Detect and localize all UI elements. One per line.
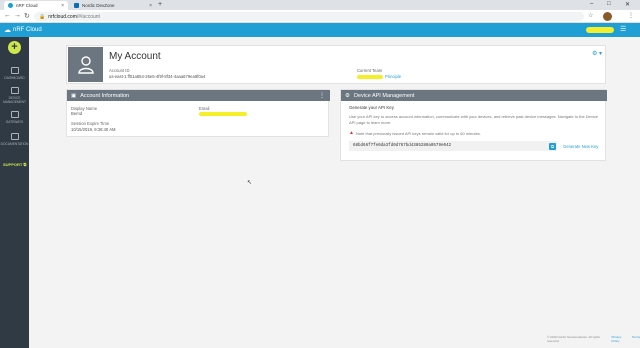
- sidebar-item-gateways[interactable]: GATEWAYS: [0, 111, 29, 124]
- documentation-icon: [10, 133, 19, 140]
- profile-avatar[interactable]: [603, 12, 612, 21]
- panel-title: Account Information: [80, 92, 130, 99]
- star-icon[interactable]: ☆: [588, 12, 593, 19]
- panel-title: Device API Management: [353, 92, 415, 99]
- team-name-redacted: [357, 74, 383, 79]
- privacy-policy-link[interactable]: Privacy Policy: [612, 335, 629, 343]
- gateway-icon: [10, 111, 19, 118]
- email-label: Email: [199, 106, 210, 111]
- close-tab-icon[interactable]: ×: [61, 3, 64, 9]
- id-card-icon: ▣: [71, 92, 77, 99]
- devices-icon: [10, 87, 19, 94]
- gear-icon[interactable]: ⚙ ▾: [592, 50, 602, 57]
- settings-icon: ⚙: [345, 92, 350, 99]
- account-information-panel: ▣ Account Information ⋮ Display Name Ber…: [66, 89, 330, 137]
- tab-label: Nordic DevZone: [82, 3, 115, 8]
- team-link[interactable]: Principle: [385, 74, 401, 79]
- api-description: Use your API key to access account infor…: [349, 114, 599, 125]
- browser-toolbar: ← → ↻ 🔒 nrfcloud.com/#/account ☆ ⋮: [0, 10, 640, 23]
- maximize-icon[interactable]: □: [607, 1, 611, 7]
- more-options-icon[interactable]: ⋮: [319, 92, 325, 99]
- app-header: ☁ nRF Cloud ☰: [0, 23, 640, 37]
- back-icon[interactable]: ←: [4, 12, 11, 19]
- address-bar[interactable]: 🔒 nrfcloud.com/#/account: [34, 12, 584, 21]
- api-key-field[interactable]: 68bd66f7fe0da3fd0d767bd4385280a0579e042: [349, 141, 557, 151]
- support-label: SUPPORT: [3, 162, 23, 167]
- lock-icon: 🔒: [39, 13, 46, 20]
- brand-name: nRF Cloud: [13, 27, 42, 33]
- app-logo[interactable]: ☁ nRF Cloud: [4, 26, 42, 34]
- api-note-text: Note that previously issued API keys rem…: [355, 130, 481, 136]
- forward-icon[interactable]: →: [14, 12, 21, 19]
- reload-icon[interactable]: ↻: [24, 12, 30, 20]
- current-team-value: Principle: [357, 74, 401, 79]
- new-tab-button[interactable]: +: [158, 1, 162, 8]
- avatar: [68, 47, 103, 82]
- user-icon: [77, 55, 94, 74]
- tab-label: nRF Cloud: [16, 3, 38, 8]
- api-key-heading: Generate your API Key: [349, 105, 394, 110]
- tab-nrf-cloud[interactable]: nRF Cloud ×: [4, 1, 68, 10]
- browser-menu-icon[interactable]: ⋮: [628, 12, 634, 19]
- copyright-text: © 2019 Nordic Semiconductor. All rights …: [547, 335, 600, 343]
- url-host: nrfcloud.com: [48, 13, 77, 20]
- sidebar: + DASHBOARD DEVICE MANAGEMENT GATEWAYS D…: [0, 37, 29, 348]
- hamburger-menu-icon[interactable]: ☰: [620, 25, 626, 33]
- dashboard-icon: [10, 67, 19, 74]
- account-id-label: Account ID: [109, 68, 130, 73]
- panel-header: ▣ Account Information ⋮: [67, 90, 330, 101]
- sidebar-item-documentation[interactable]: DOCUMENTATION: [0, 133, 29, 146]
- sidebar-item-label: DASHBOARD: [4, 76, 25, 80]
- minimize-icon[interactable]: –: [590, 1, 593, 7]
- sidebar-item-label: DOCUMENTATION: [0, 142, 29, 146]
- email-value-redacted: [199, 112, 247, 116]
- url-path: /#/account: [76, 13, 100, 20]
- api-note: ▲ Note that previously issued API keys r…: [349, 130, 481, 136]
- sidebar-item-label: GATEWAYS: [5, 120, 24, 124]
- device-api-panel: ⚙ Device API Management Generate your AP…: [340, 89, 607, 161]
- sidebar-item-dashboard[interactable]: DASHBOARD: [0, 67, 29, 80]
- footer: © 2019 Nordic Semiconductor. All rights …: [547, 335, 640, 343]
- user-menu-redacted[interactable]: [586, 27, 614, 33]
- account-card: My Account Account ID us-east-1:ff01a854…: [66, 45, 606, 84]
- nrf-cloud-favicon-icon: [8, 3, 13, 8]
- sidebar-item-label: DEVICE MANAGEMENT: [3, 96, 26, 104]
- session-expire-label: Session Expire Time: [71, 121, 110, 126]
- tab-nordic-devzone[interactable]: Nordic DevZone ×: [70, 1, 156, 10]
- terms-link[interactable]: Terms: [632, 335, 640, 343]
- window-close-icon[interactable]: ✕: [625, 1, 630, 8]
- display-name-value: Bernd: [71, 111, 83, 116]
- copy-key-button[interactable]: ⧉: [549, 143, 556, 150]
- generate-new-key-button[interactable]: Generate New Key: [563, 144, 598, 149]
- mouse-cursor-icon: ↖: [247, 180, 253, 186]
- sidebar-support-link[interactable]: SUPPORT ⧉: [3, 162, 26, 167]
- session-expire-value: 10/15/2019, 9:36:40 AM: [71, 127, 116, 132]
- sidebar-item-device-management[interactable]: DEVICE MANAGEMENT: [0, 87, 29, 104]
- close-tab-icon[interactable]: ×: [149, 3, 152, 9]
- add-device-button[interactable]: +: [8, 41, 21, 54]
- warning-icon: ▲: [349, 130, 354, 136]
- external-link-icon: ⧉: [23, 162, 27, 167]
- browser-tabbar: nRF Cloud × Nordic DevZone × + – □ ✕: [0, 0, 640, 10]
- current-team-label: Current Team: [357, 68, 383, 73]
- account-id-value: us-east-1:ff01a854-26e5-4f9f-8f34-4aaa67…: [109, 74, 206, 79]
- nordic-favicon-icon: [74, 3, 79, 8]
- panel-header: ⚙ Device API Management: [341, 90, 607, 101]
- page-title: My Account: [109, 51, 161, 62]
- cloud-icon: ☁: [4, 27, 11, 34]
